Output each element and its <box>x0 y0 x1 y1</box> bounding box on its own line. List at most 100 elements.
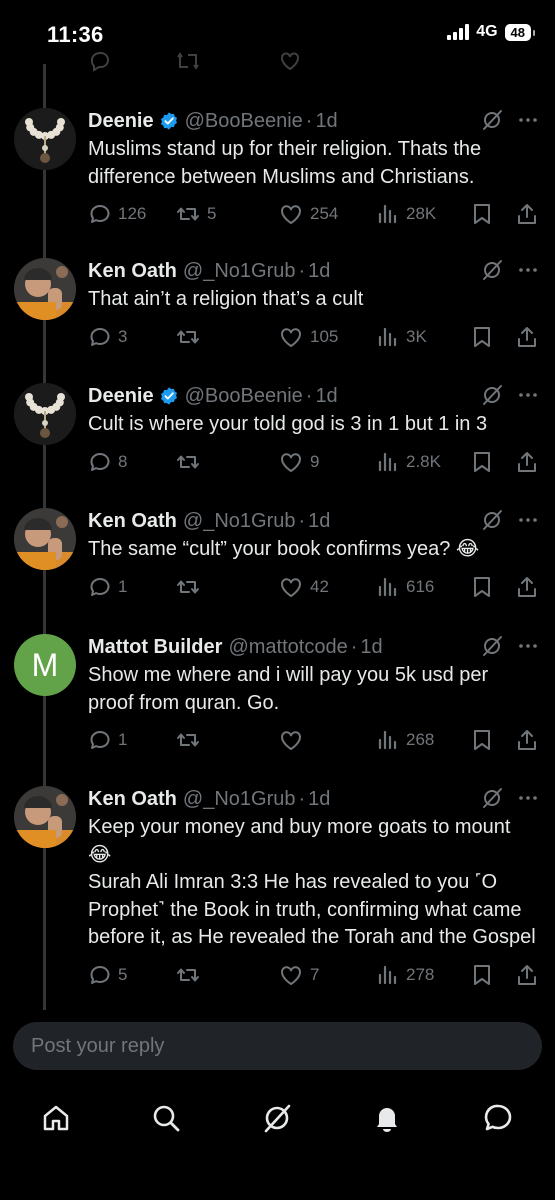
avatar[interactable] <box>14 508 76 570</box>
tweet-text: That ain’t a religion that’s a cult <box>88 286 539 314</box>
like-button[interactable]: 42 <box>278 572 329 602</box>
repost-button[interactable] <box>175 725 207 755</box>
author-name[interactable]: Deenie <box>88 385 154 408</box>
timestamp[interactable]: 1d <box>315 385 337 408</box>
bookmark-button[interactable] <box>471 447 493 477</box>
views-button[interactable]: 3K <box>376 322 427 352</box>
like-button[interactable]: 105 <box>278 322 338 352</box>
view-count: 616 <box>406 576 435 596</box>
grok-icon[interactable] <box>259 1100 295 1136</box>
reply-count: 5 <box>118 964 128 984</box>
messages-icon[interactable] <box>480 1100 516 1136</box>
timestamp[interactable]: 1d <box>308 260 330 283</box>
author-name[interactable]: Ken Oath <box>88 260 177 283</box>
tweet-actions: 1 42 616 <box>88 572 539 602</box>
bookmark-button[interactable] <box>471 960 493 990</box>
bookmark-icon <box>471 450 493 474</box>
separator-dot: · <box>350 635 358 658</box>
more-icon[interactable] <box>517 259 539 281</box>
grok-icon[interactable] <box>481 509 503 531</box>
reply-button[interactable]: 3 <box>88 322 127 352</box>
timestamp[interactable]: 1d <box>308 510 330 533</box>
author-name[interactable]: Ken Oath <box>88 510 177 533</box>
home-icon[interactable] <box>38 1100 74 1136</box>
grok-icon[interactable] <box>481 259 503 281</box>
avatar[interactable] <box>14 108 76 170</box>
more-icon[interactable] <box>517 635 539 657</box>
tweet-header: Ken Oath @_No1Grub · 1d <box>88 508 539 534</box>
grok-icon[interactable] <box>481 787 503 809</box>
reply-button[interactable]: 8 <box>88 447 127 477</box>
avatar[interactable] <box>14 258 76 320</box>
bookmark-button[interactable] <box>471 725 493 755</box>
tweet-header-actions <box>481 384 539 406</box>
avatar[interactable] <box>14 383 76 445</box>
author-handle[interactable]: @mattotcode <box>228 636 347 659</box>
grok-icon[interactable] <box>481 109 503 131</box>
bookmark-button[interactable] <box>471 572 493 602</box>
share-button[interactable] <box>515 199 539 229</box>
more-icon[interactable] <box>517 384 539 406</box>
bookmark-icon <box>471 202 493 226</box>
share-button[interactable] <box>515 447 539 477</box>
avatar[interactable] <box>14 786 76 848</box>
repost-button[interactable] <box>175 447 207 477</box>
notifications-icon[interactable] <box>369 1100 405 1136</box>
reply-input[interactable]: Post your reply <box>13 1022 542 1070</box>
tweet-header-actions <box>481 635 539 657</box>
tweet-actions: 3 105 3K <box>88 322 539 352</box>
tweet-text-line: Cult is where your told god is 3 in 1 bu… <box>88 413 488 435</box>
share-icon <box>515 728 539 752</box>
bookmark-button[interactable] <box>471 322 493 352</box>
grok-icon[interactable] <box>481 384 503 406</box>
more-icon[interactable] <box>517 787 539 809</box>
verified-badge-icon <box>154 110 179 133</box>
repost-button[interactable] <box>175 322 207 352</box>
author-handle[interactable]: @_No1Grub <box>183 510 296 533</box>
like-button[interactable]: 9 <box>278 447 319 477</box>
timestamp[interactable]: 1d <box>308 788 330 811</box>
reply-icon <box>88 575 112 599</box>
bookmark-icon <box>471 963 493 987</box>
reply-button[interactable]: 5 <box>88 960 127 990</box>
timestamp[interactable]: 1d <box>360 636 382 659</box>
views-icon <box>376 202 400 226</box>
author-name[interactable]: Mattot Builder <box>88 636 222 659</box>
views-button[interactable]: 2.8K <box>376 447 441 477</box>
author-handle[interactable]: @_No1Grub <box>183 788 296 811</box>
views-button[interactable]: 616 <box>376 572 434 602</box>
repost-icon <box>175 963 201 987</box>
author-name[interactable]: Deenie <box>88 110 154 133</box>
like-button[interactable]: 254 <box>278 199 338 229</box>
separator-dot: · <box>305 109 313 132</box>
reply-button[interactable]: 1 <box>88 725 127 755</box>
separator-dot: · <box>305 384 313 407</box>
bookmark-button[interactable] <box>471 199 493 229</box>
author-name[interactable]: Ken Oath <box>88 788 177 811</box>
views-button[interactable]: 28K <box>376 199 436 229</box>
author-handle[interactable]: @BooBeenie <box>185 110 303 133</box>
share-button[interactable] <box>515 725 539 755</box>
share-button[interactable] <box>515 322 539 352</box>
reply-button[interactable]: 126 <box>88 199 146 229</box>
repost-button[interactable] <box>175 960 207 990</box>
views-icon <box>376 450 400 474</box>
author-handle[interactable]: @BooBeenie <box>185 385 303 408</box>
repost-button[interactable] <box>175 572 207 602</box>
more-icon[interactable] <box>517 509 539 531</box>
avatar[interactable]: M <box>14 634 76 696</box>
views-button[interactable]: 268 <box>376 725 434 755</box>
search-icon[interactable] <box>148 1100 184 1136</box>
share-button[interactable] <box>515 960 539 990</box>
like-button[interactable]: 7 <box>278 960 319 990</box>
like-button[interactable] <box>278 725 310 755</box>
timestamp[interactable]: 1d <box>315 110 337 133</box>
repost-button[interactable]: 5 <box>175 199 216 229</box>
more-icon[interactable] <box>517 109 539 131</box>
views-icon <box>376 728 400 752</box>
author-handle[interactable]: @_No1Grub <box>183 260 296 283</box>
views-button[interactable]: 278 <box>376 960 434 990</box>
share-button[interactable] <box>515 572 539 602</box>
grok-icon[interactable] <box>481 635 503 657</box>
reply-button[interactable]: 1 <box>88 572 127 602</box>
